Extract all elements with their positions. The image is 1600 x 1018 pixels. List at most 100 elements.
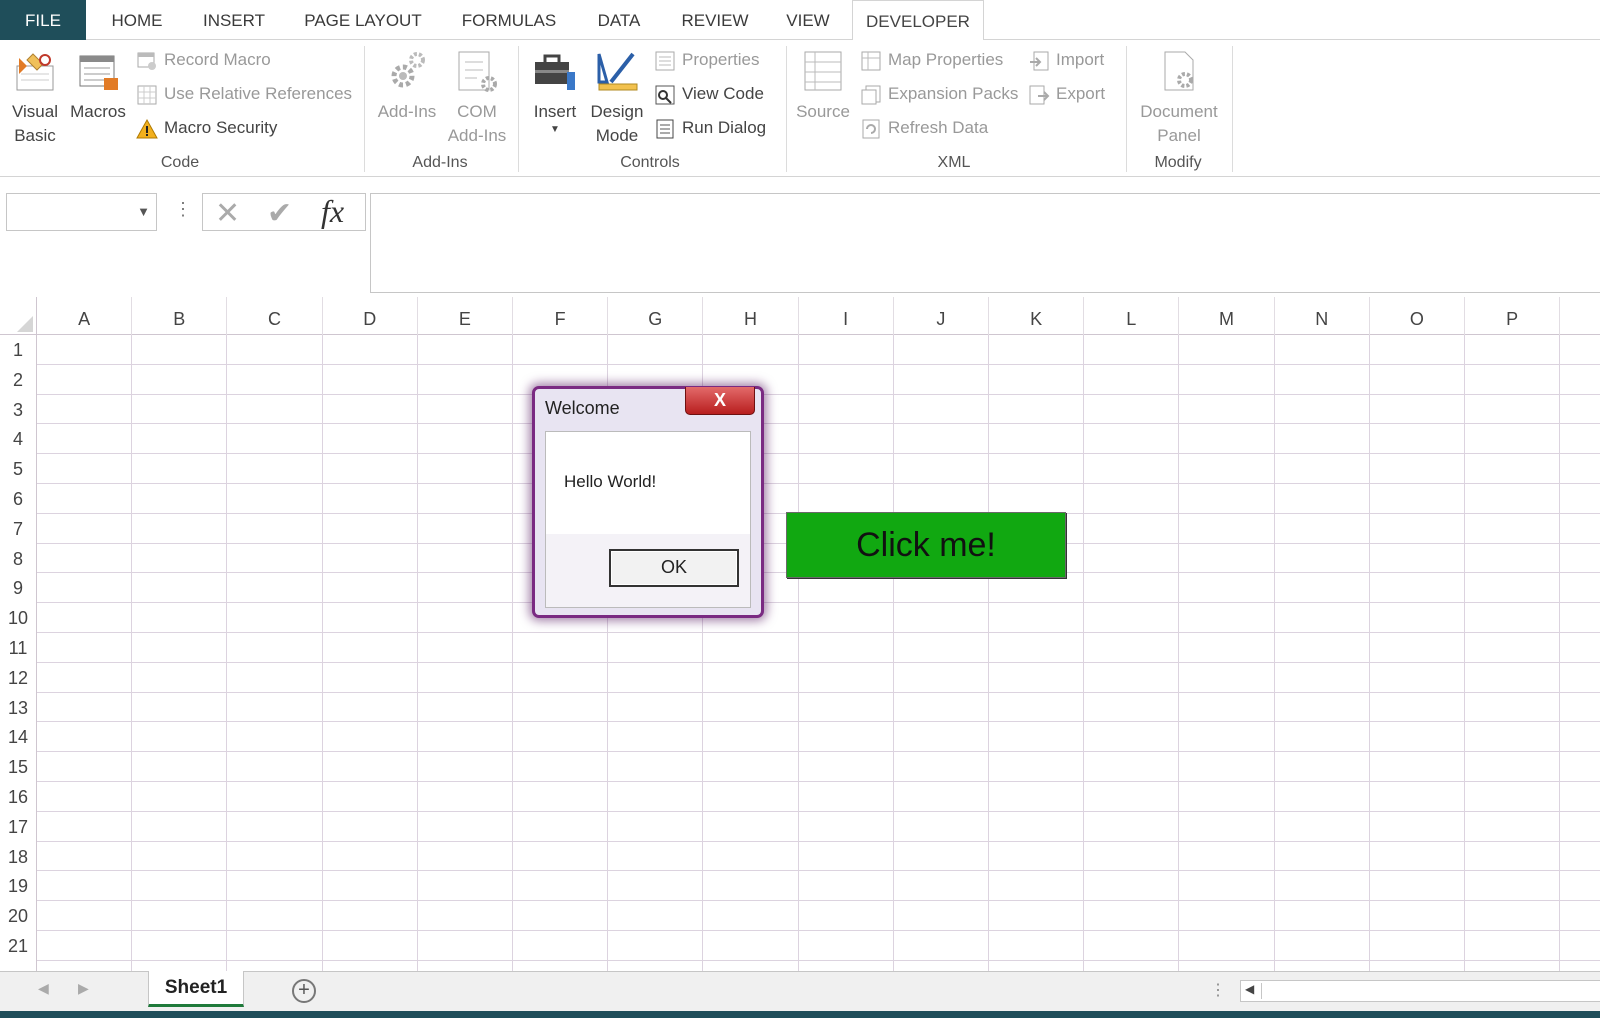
column-header[interactable]: F bbox=[513, 297, 609, 335]
tab-insert[interactable]: INSERT bbox=[196, 0, 272, 40]
tab-file[interactable]: FILE bbox=[0, 0, 86, 40]
column-header[interactable]: B bbox=[132, 297, 228, 335]
insert-dropdown-icon: ▼ bbox=[550, 124, 560, 135]
column-gridline bbox=[797, 335, 799, 971]
use-relative-references-button[interactable]: Use Relative References bbox=[136, 80, 352, 108]
worksheet-grid[interactable]: ABCDEFGHIJKLMNOP 1 2 3 4 5 6 7 8 9 10 11 12 13 14 15 16… bbox=[0, 297, 1600, 971]
design-mode-button[interactable]: Design Mode bbox=[586, 48, 648, 148]
column-header[interactable]: H bbox=[703, 297, 799, 335]
row-gridline bbox=[37, 393, 1600, 395]
use-relative-references-label: Use Relative References bbox=[164, 84, 353, 103]
row-gridline bbox=[37, 810, 1600, 812]
import-button[interactable]: Import bbox=[1028, 46, 1104, 74]
column-header[interactable]: G bbox=[608, 297, 704, 335]
source-button[interactable]: Source bbox=[792, 48, 854, 124]
tab-page-layout[interactable]: PAGE LAYOUT bbox=[296, 0, 430, 40]
export-icon bbox=[1029, 85, 1050, 105]
row-header[interactable]: 4 bbox=[0, 424, 37, 455]
expansion-packs-button[interactable]: Expansion Packs bbox=[860, 80, 1018, 108]
controls-group-label: Controls bbox=[620, 154, 680, 171]
tab-formulas[interactable]: FORMULAS bbox=[454, 0, 564, 40]
more-options-icon[interactable]: ⋮ bbox=[1210, 980, 1226, 1000]
insert-function-icon[interactable]: fx bbox=[321, 193, 344, 230]
chevron-down-icon[interactable]: ▼ bbox=[137, 204, 150, 219]
macros-button[interactable]: Macros bbox=[66, 48, 130, 124]
row-header[interactable]: 21 bbox=[0, 931, 37, 961]
add-sheet-icon[interactable]: + bbox=[292, 979, 316, 1003]
document-panel-button[interactable]: Document Panel bbox=[1132, 48, 1226, 148]
add-ins-button[interactable]: Add-Ins bbox=[372, 48, 442, 124]
refresh-data-button[interactable]: Refresh Data bbox=[860, 114, 988, 142]
column-header[interactable]: D bbox=[323, 297, 418, 335]
scroll-left-arrow-icon[interactable]: ◀ bbox=[1245, 982, 1254, 996]
row-header[interactable]: 6 bbox=[0, 484, 37, 514]
row-header[interactable]: 1 bbox=[0, 335, 37, 365]
column-header[interactable]: I bbox=[799, 297, 894, 335]
tab-home[interactable]: HOME bbox=[100, 0, 174, 40]
column-header[interactable]: K bbox=[989, 297, 1085, 335]
row-header[interactable]: 17 bbox=[0, 811, 37, 842]
scroll-right-icon[interactable]: ▶ bbox=[78, 980, 89, 997]
tab-developer[interactable]: DEVELOPER bbox=[852, 0, 984, 41]
column-gridline bbox=[512, 335, 513, 971]
row-header[interactable]: 2 bbox=[0, 364, 37, 395]
visual-basic-button[interactable]: Visual Basic bbox=[4, 48, 66, 148]
welcome-dialog: Welcome X Hello World! OK bbox=[532, 386, 764, 618]
row-header[interactable]: 18 bbox=[0, 841, 37, 872]
formula-input[interactable] bbox=[370, 193, 1600, 293]
column-header[interactable]: N bbox=[1275, 297, 1370, 335]
row-header[interactable]: 5 bbox=[0, 454, 37, 484]
column-header[interactable]: C bbox=[227, 297, 323, 335]
close-icon[interactable]: X bbox=[685, 387, 755, 415]
row-header[interactable]: 16 bbox=[0, 782, 37, 812]
design-mode-icon bbox=[597, 52, 638, 91]
add-ins-label: Add-Ins bbox=[377, 102, 437, 121]
column-header[interactable]: O bbox=[1370, 297, 1465, 335]
record-macro-button[interactable]: Record Macro bbox=[136, 46, 271, 74]
scroll-left-icon[interactable]: ◀ bbox=[38, 980, 49, 997]
row-header[interactable]: 12 bbox=[0, 662, 37, 693]
view-code-button[interactable]: View Code bbox=[654, 80, 764, 108]
map-properties-icon bbox=[861, 51, 881, 71]
run-dialog-button[interactable]: Run Dialog bbox=[654, 114, 766, 142]
insert-control-label: Insert bbox=[533, 102, 577, 121]
column-header[interactable]: A bbox=[37, 297, 133, 335]
tab-review[interactable]: REVIEW bbox=[674, 0, 756, 40]
horizontal-scrollbar[interactable]: ◀ bbox=[1240, 980, 1600, 1002]
row-header[interactable]: 10 bbox=[0, 603, 37, 633]
row-header[interactable]: 7 bbox=[0, 513, 37, 544]
row-header[interactable]: 13 bbox=[0, 692, 37, 723]
column-header[interactable]: L bbox=[1084, 297, 1180, 335]
com-add-ins-button[interactable]: COM Add-Ins bbox=[442, 48, 512, 148]
tab-data[interactable]: DATA bbox=[588, 0, 650, 40]
more-options-icon[interactable]: ⋮ bbox=[174, 199, 192, 220]
row-header[interactable]: 9 bbox=[0, 573, 37, 604]
row-header[interactable]: 8 bbox=[0, 543, 37, 574]
row-header[interactable]: 19 bbox=[0, 871, 37, 902]
properties-button[interactable]: Properties bbox=[654, 46, 759, 74]
expansion-packs-icon bbox=[861, 85, 881, 105]
column-header[interactable]: J bbox=[894, 297, 989, 335]
tab-view[interactable]: VIEW bbox=[780, 0, 836, 40]
column-header[interactable]: M bbox=[1179, 297, 1275, 335]
row-header[interactable]: 20 bbox=[0, 901, 37, 931]
export-button[interactable]: Export bbox=[1028, 80, 1105, 108]
map-properties-button[interactable]: Map Properties bbox=[860, 46, 1003, 74]
enter-check-icon[interactable]: ✔ bbox=[267, 196, 292, 231]
row-header[interactable]: 14 bbox=[0, 722, 37, 753]
toolbox-icon bbox=[535, 54, 575, 90]
macro-security-button[interactable]: Macro Security bbox=[136, 114, 277, 142]
name-box[interactable]: ▼ bbox=[6, 193, 157, 231]
column-header[interactable]: E bbox=[418, 297, 513, 335]
row-header[interactable]: 3 bbox=[0, 394, 37, 425]
cancel-icon[interactable]: ✕ bbox=[215, 196, 240, 231]
click-me-button[interactable]: Click me! bbox=[786, 512, 1066, 578]
ok-button[interactable]: OK bbox=[609, 549, 739, 587]
row-header[interactable]: 11 bbox=[0, 633, 37, 663]
row-header[interactable]: 15 bbox=[0, 752, 37, 782]
row-gridline bbox=[37, 870, 1600, 872]
sheet-tab-sheet1[interactable]: Sheet1 bbox=[148, 971, 244, 1007]
dialog-message-area: Hello World! bbox=[546, 432, 750, 534]
column-header[interactable]: P bbox=[1465, 297, 1561, 335]
insert-control-button[interactable]: Insert ▼ bbox=[524, 48, 586, 136]
